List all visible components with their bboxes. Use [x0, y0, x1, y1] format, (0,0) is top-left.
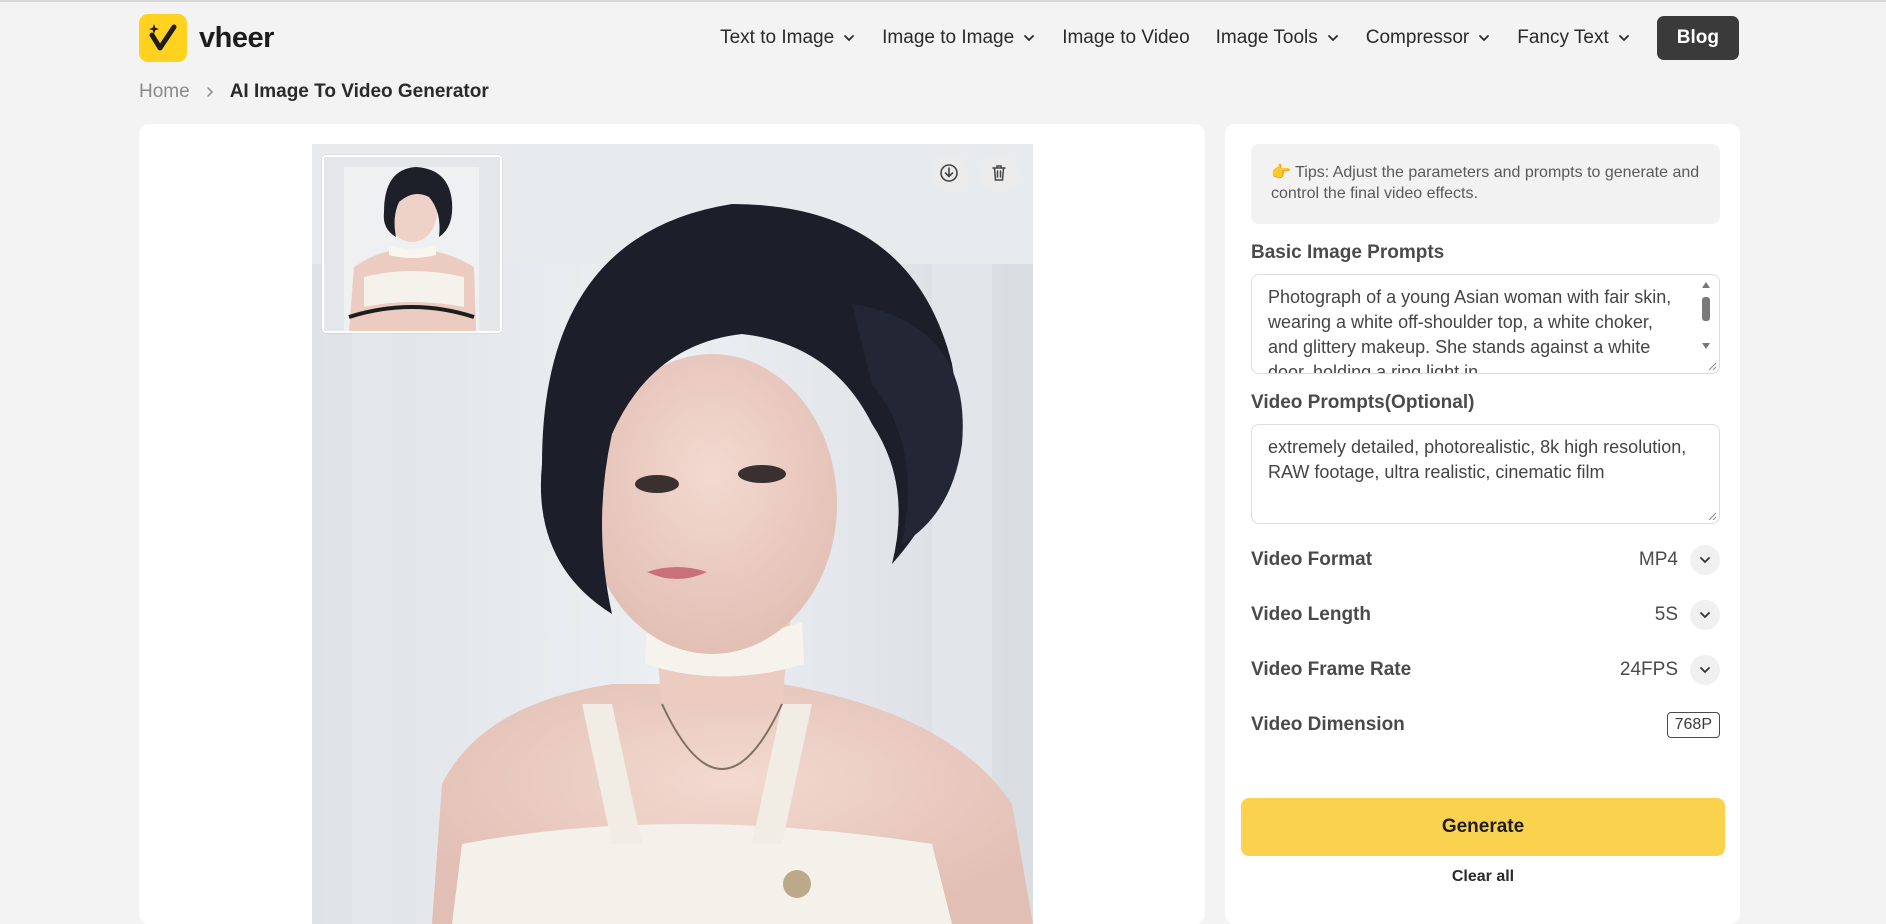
preview-panel — [139, 124, 1205, 924]
nav-image-to-video[interactable]: Image to Video — [1062, 27, 1189, 49]
chevron-down-icon — [844, 35, 855, 42]
video-frame-rate-select[interactable]: 24FPS — [1620, 655, 1720, 685]
chevron-down-icon — [1690, 655, 1720, 685]
video-format-row: Video Format MP4 — [1251, 543, 1720, 577]
nav-label: Image to Video — [1062, 27, 1190, 48]
basic-prompts-textarea[interactable]: Photograph of a young Asian woman with f… — [1251, 274, 1720, 374]
breadcrumb: Home AI Image To Video Generator — [139, 80, 489, 104]
nav-label: Image Tools — [1215, 27, 1318, 48]
video-frame-rate-row: Video Frame Rate 24FPS — [1251, 653, 1720, 687]
chevron-down-icon — [1327, 35, 1338, 42]
nav-label: Fancy Text — [1517, 27, 1609, 48]
basic-prompts-value: Photograph of a young Asian woman with f… — [1268, 287, 1672, 374]
download-icon — [940, 164, 958, 182]
logo[interactable]: vheer — [139, 14, 274, 62]
nav-image-tools[interactable]: Image Tools — [1216, 27, 1340, 49]
chevron-down-icon — [1479, 35, 1490, 42]
breadcrumb-home[interactable]: Home — [139, 81, 190, 103]
main-nav: Text to Image Image to Image Image to Vi… — [694, 14, 1739, 62]
blog-button[interactable]: Blog — [1656, 16, 1739, 60]
trash-icon — [992, 165, 1006, 181]
generate-button[interactable]: Generate — [1241, 798, 1725, 856]
delete-button[interactable] — [980, 154, 1018, 192]
nav-image-to-image[interactable]: Image to Image — [882, 27, 1036, 49]
video-format-select[interactable]: MP4 — [1639, 545, 1720, 575]
chevron-down-icon — [1024, 35, 1035, 42]
image-preview — [312, 144, 1033, 924]
chevron-down-icon — [1690, 545, 1720, 575]
nav-fancy-text[interactable]: Fancy Text — [1517, 27, 1631, 49]
video-dimension-label: Video Dimension — [1251, 714, 1405, 735]
video-frame-rate-label: Video Frame Rate — [1251, 659, 1412, 680]
image-thumbnail[interactable] — [322, 155, 502, 333]
video-length-value: 5S — [1654, 604, 1678, 625]
video-prompts-textarea[interactable]: extremely detailed, photorealistic, 8k h… — [1251, 424, 1720, 524]
video-frame-rate-value: 24FPS — [1619, 659, 1678, 680]
settings-panel: 👉 Tips: Adjust the parameters and prompt… — [1225, 124, 1740, 924]
logo-icon — [139, 14, 187, 62]
download-button[interactable] — [930, 154, 968, 192]
pointing-hand-icon: 👉 — [1271, 164, 1291, 181]
chevron-right-icon — [206, 87, 213, 97]
video-dimension-badge[interactable]: 768P — [1666, 712, 1720, 738]
resize-handle-icon[interactable] — [1707, 511, 1717, 521]
tips-text: Tips: Adjust the parameters and prompts … — [1271, 164, 1700, 202]
nav-label: Text to Image — [720, 27, 835, 48]
nav-compressor[interactable]: Compressor — [1366, 27, 1491, 49]
top-border — [0, 0, 1886, 2]
chevron-down-icon — [1690, 600, 1720, 630]
basic-prompts-label: Basic Image Prompts — [1251, 242, 1445, 263]
video-length-label: Video Length — [1251, 604, 1371, 625]
nav-text-to-image[interactable]: Text to Image — [720, 27, 856, 49]
clear-all-button[interactable]: Clear all — [1241, 868, 1725, 886]
thumbnail-photo — [324, 157, 500, 331]
nav-label: Compressor — [1365, 27, 1470, 48]
nav-label: Image to Image — [882, 27, 1015, 48]
video-length-select[interactable]: 5S — [1655, 600, 1720, 630]
video-format-label: Video Format — [1251, 549, 1373, 570]
breadcrumb-current: AI Image To Video Generator — [229, 81, 489, 102]
textarea-scrollbar[interactable] — [1699, 279, 1713, 369]
video-prompts-label: Video Prompts(Optional) — [1251, 392, 1475, 413]
tips-box: 👉 Tips: Adjust the parameters and prompt… — [1251, 144, 1720, 224]
video-format-value: MP4 — [1638, 549, 1678, 570]
chevron-down-icon — [1618, 35, 1629, 42]
video-length-row: Video Length 5S — [1251, 598, 1720, 632]
header: vheer Text to Image Image to Image Image… — [139, 14, 1739, 62]
brand-name: vheer — [199, 21, 274, 54]
video-prompts-value: extremely detailed, photorealistic, 8k h… — [1268, 437, 1687, 482]
resize-handle-icon[interactable] — [1707, 361, 1717, 371]
video-dimension-row: Video Dimension 768P — [1251, 708, 1720, 742]
